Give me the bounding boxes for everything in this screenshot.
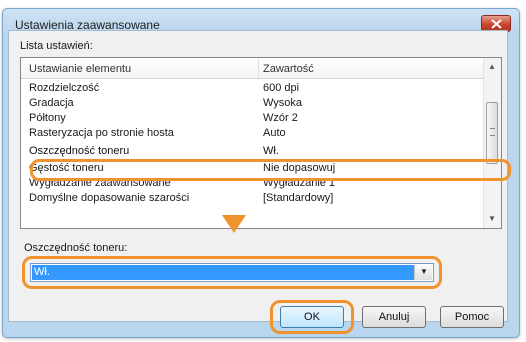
column-header-item[interactable]: Ustawianie elementu bbox=[29, 63, 131, 75]
row-item: Rozdzielczość bbox=[29, 82, 100, 94]
row-value: Wł. bbox=[263, 145, 279, 157]
row-item: Rasteryzacja po stronie hosta bbox=[29, 127, 174, 139]
list-header: Ustawianie elementu Zawartość bbox=[21, 58, 483, 79]
row-item: Wygładzanie zaawansowane bbox=[29, 177, 171, 189]
settings-list[interactable]: Ustawianie elementu Zawartość Rozdzielcz… bbox=[20, 57, 502, 229]
list-row[interactable]: Gradacja Wysoka bbox=[21, 96, 483, 111]
cancel-button[interactable]: Anuluj bbox=[362, 306, 426, 328]
help-button[interactable]: Pomoc bbox=[440, 306, 504, 328]
row-value: [Standardowy] bbox=[263, 192, 334, 204]
row-item: Domyślne dopasowanie szarości bbox=[29, 192, 190, 204]
scroll-up-icon[interactable]: ▲ bbox=[488, 62, 496, 71]
row-value: Nie dopasowuj bbox=[263, 162, 336, 174]
toner-saving-dropdown[interactable]: Wł. ▼ bbox=[30, 263, 434, 282]
list-row[interactable]: Rasteryzacja po stronie hosta Auto bbox=[21, 126, 483, 141]
grip-icon bbox=[490, 128, 495, 136]
scroll-down-icon[interactable]: ▼ bbox=[488, 214, 496, 223]
list-row[interactable]: Półtony Wzór 2 bbox=[21, 111, 483, 126]
vertical-scrollbar[interactable]: ▲ ▼ bbox=[483, 58, 501, 228]
row-value: Wzór 2 bbox=[263, 112, 298, 124]
row-value: Wysoka bbox=[263, 97, 303, 109]
list-row[interactable]: Domyślne dopasowanie szarości [Standardo… bbox=[21, 191, 483, 206]
close-icon bbox=[491, 19, 502, 29]
column-header-value[interactable]: Zawartość bbox=[263, 63, 314, 75]
ok-button[interactable]: OK bbox=[280, 306, 344, 328]
settings-list-label: Lista ustawień: bbox=[20, 40, 93, 52]
row-value: 600 dpi bbox=[263, 82, 300, 94]
list-row-selected[interactable]: Oszczędność toneru Wł. bbox=[21, 144, 483, 159]
detail-label: Oszczędność toneru: bbox=[24, 242, 128, 254]
row-value: Wygładzanie 1 bbox=[263, 177, 336, 189]
row-item: Gęstość toneru bbox=[29, 162, 104, 174]
column-divider[interactable] bbox=[258, 58, 259, 78]
dropdown-selected-value: Wł. bbox=[32, 265, 414, 280]
chevron-down-icon: ▼ bbox=[420, 267, 428, 276]
scroll-thumb[interactable] bbox=[486, 102, 498, 164]
list-row[interactable]: Wygładzanie zaawansowane Wygładzanie 1 bbox=[21, 176, 483, 191]
dropdown-button[interactable]: ▼ bbox=[414, 265, 432, 280]
arrow-down-icon bbox=[222, 215, 246, 233]
row-item: Oszczędność toneru bbox=[29, 145, 130, 157]
row-item: Półtony bbox=[29, 112, 66, 124]
list-row[interactable]: Gęstość toneru Nie dopasowuj bbox=[21, 161, 483, 176]
row-item: Gradacja bbox=[29, 97, 74, 109]
list-row[interactable]: Rozdzielczość 600 dpi bbox=[21, 81, 483, 96]
row-value: Auto bbox=[263, 127, 286, 139]
